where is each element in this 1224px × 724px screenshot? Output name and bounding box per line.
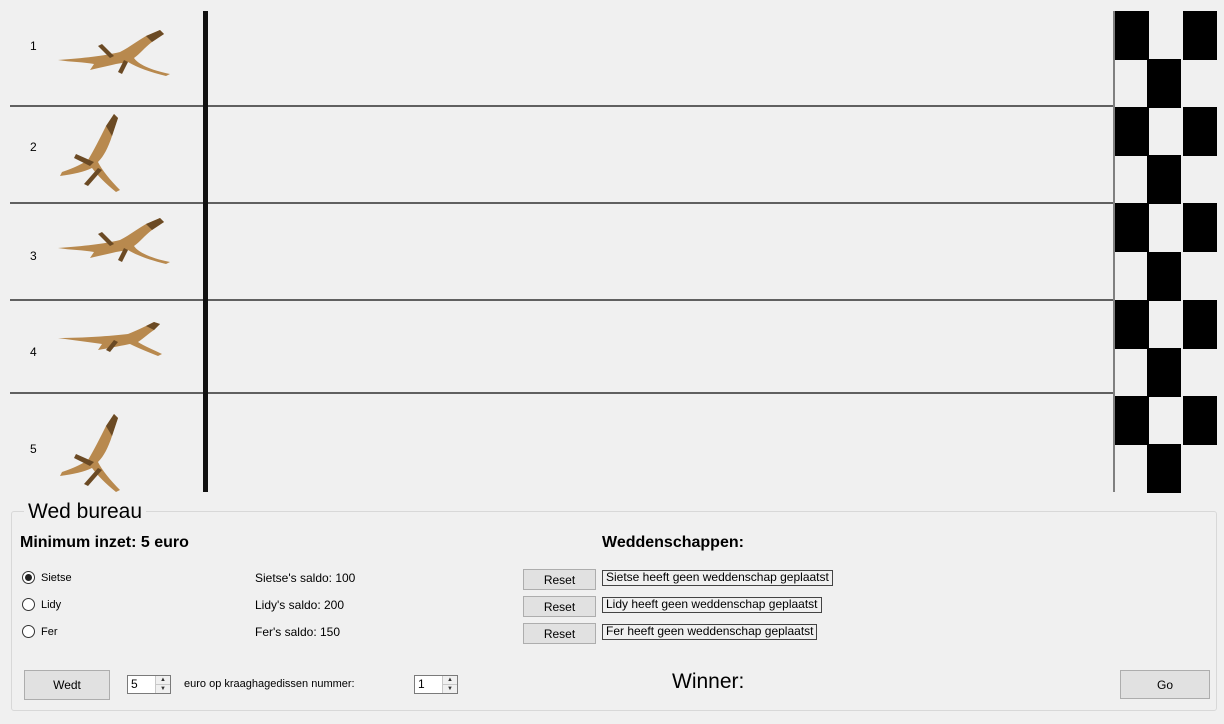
amount-up-icon[interactable]: ▲ [156,676,170,684]
amount-description: euro op kraaghagedissen nummer: [184,678,355,690]
finish-square [1147,59,1181,109]
player-radio-fer[interactable]: Fer [22,625,58,638]
finish-square [1115,395,1149,445]
lane-divider [10,105,1114,107]
wedt-button[interactable]: Wedt [24,670,110,700]
finish-square [1115,11,1149,60]
winner-label: Winner: [672,670,745,693]
bets-heading: Weddenschappen: [602,534,744,551]
amount-value[interactable]: 5 [128,676,155,693]
player-radio-sietse[interactable]: Sietse [22,571,72,584]
lizard-1-icon [54,26,174,81]
player-saldo: Lidy's saldo: 200 [255,598,345,612]
lizard-2-icon [54,110,124,197]
lizard-3-icon [54,214,174,269]
lane-number: 2 [30,140,37,154]
finish-square [1147,251,1181,301]
finish-square [1183,11,1217,60]
finish-square [1115,299,1149,349]
player-name: Fer [41,625,58,638]
lizard-4-icon [54,318,164,361]
reset-button[interactable]: Reset [523,569,596,590]
amount-down-icon[interactable]: ▼ [156,684,170,693]
finish-square [1147,155,1181,205]
player-name: Sietse [41,571,72,584]
lane-number: 3 [30,249,37,263]
start-line [203,11,208,492]
reset-button[interactable]: Reset [523,623,596,644]
minimum-bet-label: Minimum inzet: 5 euro [20,534,189,551]
finish-square [1115,203,1149,253]
finish-line [1113,11,1217,493]
radio-icon[interactable] [22,625,35,638]
player-saldo: Sietse's saldo: 100 [255,571,356,585]
race-track: 1 2 3 4 5 [0,0,1224,496]
lane-divider [10,202,1114,204]
bet-status-label: Fer heeft geen weddenschap geplaatst [602,624,818,640]
lane-number: 5 [30,442,37,456]
player-saldo: Fer's saldo: 150 [255,625,341,639]
lane-divider [10,392,1114,394]
go-button[interactable]: Go [1120,670,1210,699]
player-name: Lidy [41,598,62,611]
bet-status-label: Sietse heeft geen weddenschap geplaatst [602,570,833,586]
finish-square [1183,395,1217,445]
finish-square [1115,107,1149,157]
lizard-number-up-icon[interactable]: ▲ [443,676,457,684]
reset-button[interactable]: Reset [523,596,596,617]
lizard-number-value[interactable]: 1 [415,676,442,693]
lane-number: 1 [30,39,37,53]
lizard-number-down-icon[interactable]: ▼ [443,684,457,693]
radio-icon[interactable] [22,571,35,584]
betting-panel-title: Wed bureau [24,500,147,524]
finish-square [1147,347,1181,397]
lizard-number-stepper[interactable]: 1 ▲ ▼ [414,675,458,694]
lane-number: 4 [30,345,37,359]
amount-stepper[interactable]: 5 ▲ ▼ [127,675,171,694]
finish-edge [1113,11,1115,492]
finish-square [1183,107,1217,157]
finish-square [1147,443,1181,493]
bet-status-label: Lidy heeft geen weddenschap geplaatst [602,597,822,613]
finish-square [1183,203,1217,253]
radio-icon[interactable] [22,598,35,611]
lane-divider [10,299,1114,301]
lizard-5-icon [54,410,124,497]
finish-square [1183,299,1217,349]
player-radio-lidy[interactable]: Lidy [22,598,61,611]
